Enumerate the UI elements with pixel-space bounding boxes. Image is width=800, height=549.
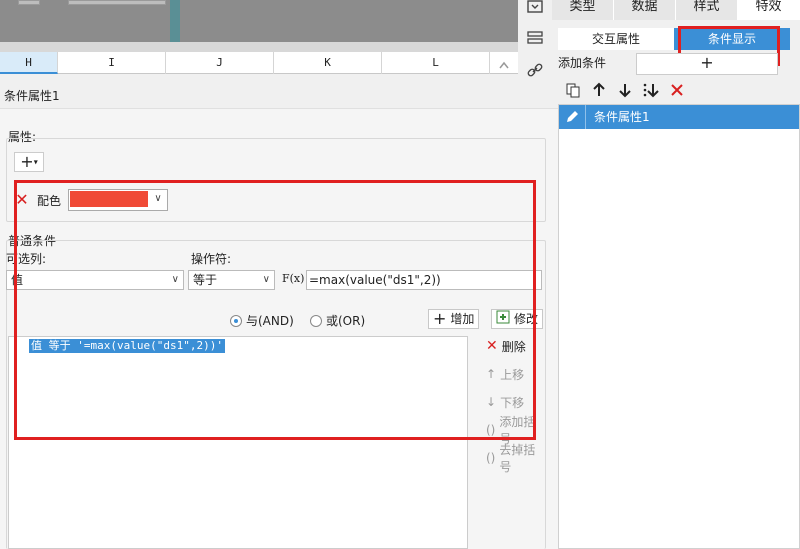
move-up-icon[interactable] bbox=[590, 82, 608, 102]
tab-type[interactable]: 类型 bbox=[552, 0, 614, 20]
hyperlink-icon[interactable] bbox=[526, 62, 544, 78]
chevron-down-icon: ▾ bbox=[33, 157, 38, 167]
delete-icon[interactable] bbox=[668, 83, 686, 101]
operator-label: 操作符: bbox=[191, 252, 232, 266]
formula-button[interactable]: F(x) bbox=[282, 270, 304, 290]
remove-paren-button[interactable]: () 去掉括号 bbox=[470, 443, 542, 474]
tab-effects[interactable]: 特效 bbox=[738, 0, 800, 20]
cell-element-icon[interactable] bbox=[526, 0, 544, 16]
move-up-button[interactable]: ↑ 上移 bbox=[470, 364, 542, 384]
column-header-cell[interactable]: J bbox=[166, 52, 274, 74]
column-header: H I J K L bbox=[0, 52, 518, 74]
tab-data[interactable]: 数据 bbox=[614, 0, 676, 20]
column-header-cell[interactable]: L bbox=[382, 52, 490, 74]
tab-style[interactable]: 样式 bbox=[676, 0, 738, 20]
color-picker[interactable]: ∨ bbox=[68, 189, 168, 211]
move-bottom-icon[interactable] bbox=[642, 82, 660, 102]
edit-icon bbox=[496, 310, 510, 328]
color-swatch bbox=[70, 191, 148, 207]
add-attribute-button[interactable]: +▾ bbox=[14, 152, 44, 172]
column-select[interactable]: 值 ∨ bbox=[6, 270, 184, 290]
modify-button[interactable]: 修改 bbox=[491, 309, 543, 329]
delete-label: 删除 bbox=[501, 339, 526, 354]
move-down-button[interactable]: ↓ 下移 bbox=[470, 392, 542, 412]
add-condition-button[interactable]: + bbox=[636, 53, 778, 75]
sheet-edge bbox=[0, 42, 518, 52]
formula-input[interactable]: =max(value("ds1",2)) bbox=[306, 270, 542, 290]
add-condition-row: 添加条件 + bbox=[558, 52, 800, 75]
list-item[interactable]: 条件属性1 bbox=[559, 105, 799, 129]
scroll-up-icon[interactable] bbox=[494, 56, 514, 74]
add-paren-button[interactable]: () 添加括号 bbox=[470, 415, 542, 446]
add-button[interactable]: + 增加 bbox=[428, 309, 480, 329]
color-attribute-row: ✕ 配色 ∨ bbox=[12, 188, 527, 212]
plus-icon: + bbox=[20, 152, 34, 171]
condition-expression[interactable]: 值 等于 '=max(value("ds1",2))' bbox=[29, 339, 225, 353]
condition-list: 条件属性1 bbox=[558, 104, 800, 549]
delete-button[interactable]: ✕ 删除 bbox=[470, 336, 542, 356]
and-radio[interactable]: 与(AND) bbox=[230, 312, 294, 329]
property-tabs: 类型 数据 样式 特效 bbox=[552, 0, 800, 20]
condition-toolbar bbox=[558, 80, 800, 104]
paren-remove-icon: () bbox=[486, 451, 496, 465]
chevron-down-icon: ∨ bbox=[262, 274, 270, 285]
radio-dot bbox=[230, 314, 242, 327]
add-button-label: 增加 bbox=[450, 312, 475, 326]
plus-icon: + bbox=[433, 309, 447, 328]
column-select-value: 值 bbox=[11, 273, 24, 287]
column-header-cell[interactable]: I bbox=[58, 52, 166, 74]
chevron-down-icon: ∨ bbox=[154, 193, 162, 204]
cell-attribute-icon[interactable] bbox=[526, 30, 544, 46]
condition-expression-list[interactable]: 值 等于 '=max(value("ds1",2))' bbox=[8, 336, 468, 549]
tab-interaction-attr[interactable]: 交互属性 bbox=[558, 28, 674, 50]
sheet-canvas bbox=[0, 0, 518, 52]
add-condition-label: 添加条件 bbox=[558, 56, 607, 70]
paren-icon: () bbox=[486, 423, 496, 437]
cell-highlight bbox=[170, 0, 180, 42]
side-icon-strip bbox=[518, 0, 552, 90]
column-header-cell[interactable]: K bbox=[274, 52, 382, 74]
arrow-up-icon: ↑ bbox=[486, 367, 497, 381]
move-up-label: 上移 bbox=[500, 367, 525, 382]
color-label: 配色 bbox=[37, 194, 62, 208]
delete-icon: ✕ bbox=[486, 338, 498, 354]
operator-select[interactable]: 等于 ∨ bbox=[188, 270, 275, 290]
or-label: 或(OR) bbox=[326, 314, 366, 328]
column-header-cell[interactable]: H bbox=[0, 52, 58, 74]
move-down-label: 下移 bbox=[500, 395, 525, 410]
move-down-icon[interactable] bbox=[616, 82, 634, 102]
list-item-label: 条件属性1 bbox=[594, 110, 650, 124]
toolbar-stub bbox=[18, 0, 40, 5]
remove-icon[interactable]: ✕ bbox=[12, 190, 32, 210]
copy-icon[interactable] bbox=[564, 82, 582, 102]
operator-select-value: 等于 bbox=[193, 273, 218, 287]
effect-subtabs: 交互属性 条件显示 bbox=[558, 28, 790, 50]
remove-paren-label: 去掉括号 bbox=[499, 443, 536, 474]
toolbar-stub bbox=[68, 0, 166, 5]
optional-column-label: 可选列: bbox=[6, 252, 47, 266]
tab-condition-display[interactable]: 条件显示 bbox=[674, 28, 790, 50]
panel-title: 条件属性1 bbox=[0, 84, 558, 108]
or-radio[interactable]: 或(OR) bbox=[310, 312, 365, 329]
and-label: 与(AND) bbox=[246, 314, 294, 328]
edit-icon bbox=[559, 105, 586, 129]
arrow-down-icon: ↓ bbox=[486, 395, 497, 409]
chevron-down-icon: ∨ bbox=[171, 274, 179, 285]
modify-button-label: 修改 bbox=[514, 312, 539, 326]
radio-dot bbox=[310, 314, 322, 327]
